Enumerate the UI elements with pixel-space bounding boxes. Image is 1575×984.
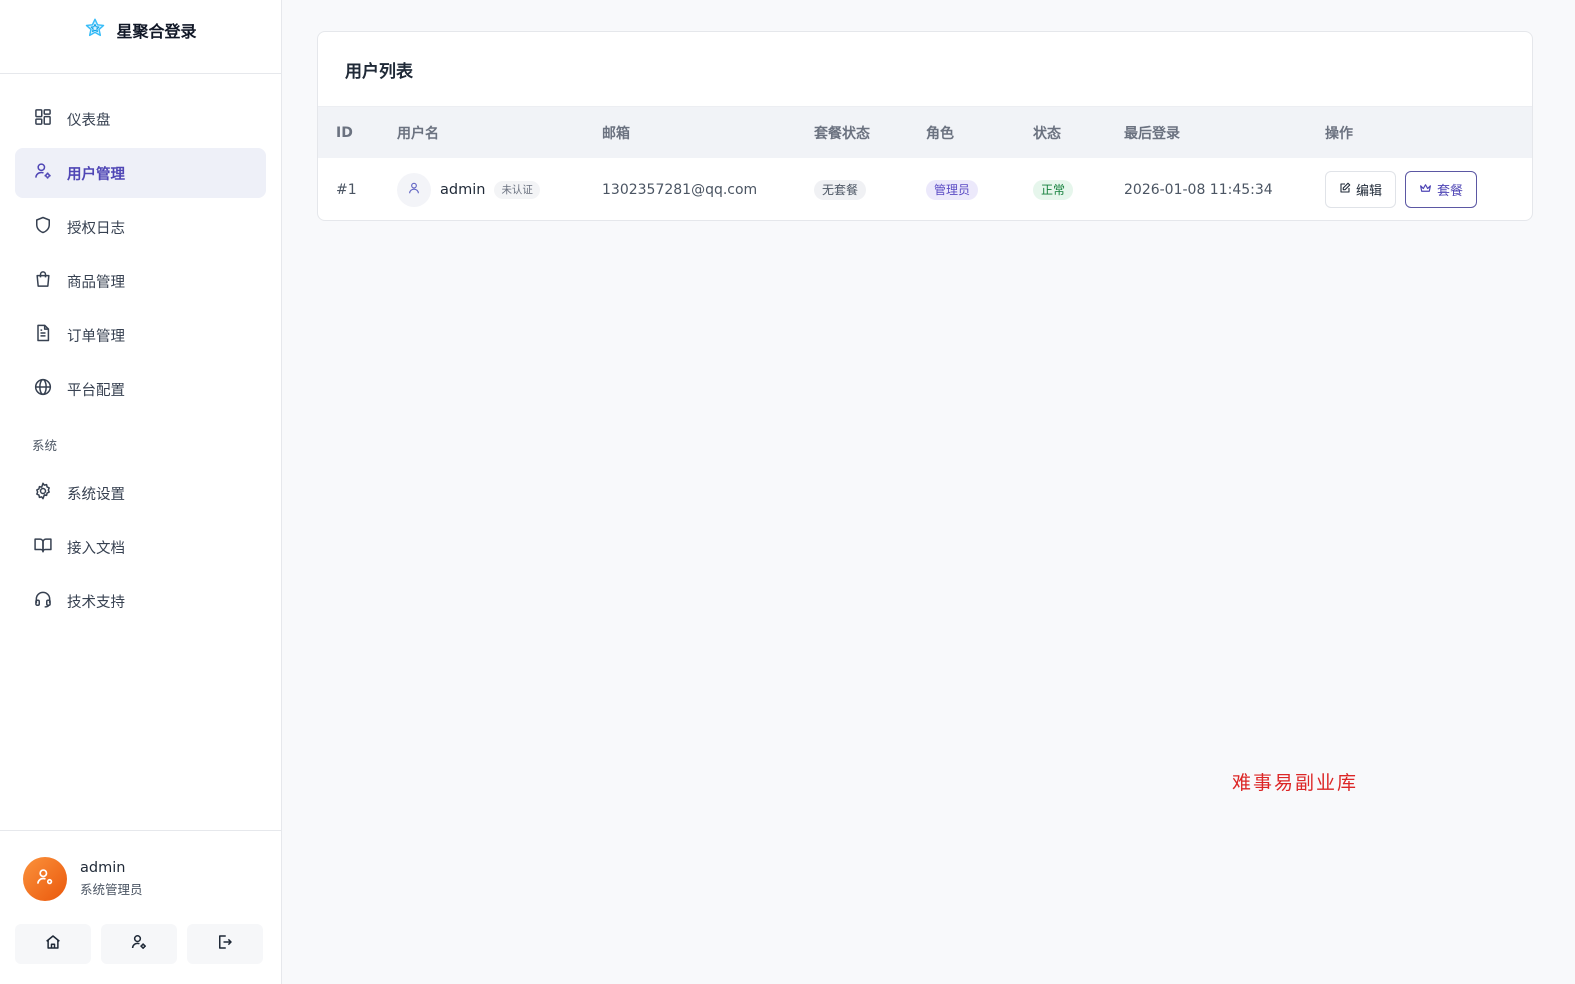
cell-last-login: 2026-01-08 11:45:34: [1124, 181, 1273, 198]
footer-actions: [15, 924, 263, 964]
nav-item-dashboard[interactable]: 仪表盘: [15, 94, 266, 144]
current-user-role: 系统管理员: [80, 882, 143, 897]
shield-icon: [33, 215, 53, 239]
column-header-id: ID: [336, 124, 353, 141]
user-settings-icon: [35, 867, 55, 891]
user-settings-icon: [33, 161, 53, 185]
column-header-plan-status: 套餐状态: [814, 125, 870, 142]
gear-icon: [33, 481, 53, 505]
plan-status-badge: 无套餐: [814, 179, 867, 200]
edit-button[interactable]: 编辑: [1325, 171, 1397, 208]
current-user-card[interactable]: admin 系统管理员: [0, 831, 281, 901]
document-icon: [33, 323, 53, 347]
current-user-name: admin: [80, 860, 126, 876]
nav-item-support[interactable]: 技术支持: [15, 576, 266, 626]
nav-label: 平台配置: [67, 382, 125, 399]
table-header-row: ID 用户名 邮箱 套餐状态 角色 状态 最后登录 操作: [318, 107, 1532, 158]
profile-button[interactable]: [101, 924, 177, 964]
table-row: #1 admin 未认证 1302357281@qq.com 无套餐 管理员 正…: [318, 158, 1532, 220]
home-button[interactable]: [15, 924, 91, 964]
status-badge: 正常: [1033, 179, 1074, 200]
dashboard-icon: [33, 107, 53, 131]
book-icon: [33, 535, 53, 559]
column-header-email: 邮箱: [602, 125, 630, 142]
user-list-card: 用户列表 ID 用户名 邮箱 套餐状态 角色 状态 最后登录 操作 #1 adm…: [317, 31, 1533, 221]
column-header-username: 用户名: [397, 125, 439, 142]
sidebar: 星聚合登录 仪表盘 用户管理 授权日志 商品管理 订单管理 平台配置 系统 系统…: [0, 0, 282, 984]
logout-button[interactable]: [187, 924, 263, 964]
nav-item-products[interactable]: 商品管理: [15, 256, 266, 306]
nav-item-auth-log[interactable]: 授权日志: [15, 202, 266, 252]
user-icon: [407, 181, 421, 199]
plan-label: 套餐: [1437, 184, 1464, 199]
username: admin: [440, 181, 486, 198]
nav-item-system-settings[interactable]: 系统设置: [15, 468, 266, 518]
role-badge: 管理员: [926, 179, 979, 200]
user-table: ID 用户名 邮箱 套餐状态 角色 状态 最后登录 操作 #1 admin 未认…: [318, 107, 1532, 220]
cell-email: 1302357281@qq.com: [602, 181, 758, 198]
nav-label: 接入文档: [67, 540, 125, 557]
column-header-last-login: 最后登录: [1124, 125, 1180, 142]
row-actions: 编辑 套餐: [1325, 171, 1532, 208]
nav-label: 订单管理: [67, 328, 125, 345]
nav-item-orders[interactable]: 订单管理: [15, 310, 266, 360]
brand[interactable]: 星聚合登录: [0, 0, 281, 74]
nav-label: 商品管理: [67, 274, 125, 291]
nav-label: 授权日志: [67, 220, 125, 237]
globe-icon: [33, 377, 53, 401]
watermark-text: 难事易副业库: [1232, 772, 1359, 794]
nav-label: 技术支持: [67, 594, 125, 611]
verify-badge: 未认证: [494, 180, 540, 199]
brand-name: 星聚合登录: [116, 21, 197, 41]
page-title: 用户列表: [318, 32, 1532, 107]
column-header-actions: 操作: [1325, 125, 1353, 142]
headset-icon: [33, 589, 53, 613]
column-header-role: 角色: [926, 125, 954, 142]
section-label-system: 系统: [32, 437, 58, 453]
edit-icon: [1339, 182, 1351, 198]
avatar: [23, 857, 67, 901]
nav-label: 用户管理: [67, 166, 125, 183]
nav-item-users[interactable]: 用户管理: [15, 148, 266, 198]
star-icon: [84, 17, 106, 43]
nav-item-platform[interactable]: 平台配置: [15, 364, 266, 414]
column-header-status: 状态: [1033, 125, 1061, 142]
logout-icon: [216, 933, 234, 955]
cell-username: admin 未认证: [397, 172, 602, 207]
sidebar-footer: admin 系统管理员: [0, 830, 281, 984]
edit-label: 编辑: [1356, 184, 1383, 199]
avatar: [397, 172, 431, 207]
plan-button[interactable]: 套餐: [1405, 171, 1478, 208]
nav-label: 系统设置: [67, 486, 125, 503]
nav-item-docs[interactable]: 接入文档: [15, 522, 266, 572]
home-icon: [44, 933, 62, 955]
nav-label: 仪表盘: [67, 112, 111, 129]
user-settings-icon: [130, 933, 148, 955]
crown-icon: [1419, 182, 1432, 198]
main-nav: 仪表盘 用户管理 授权日志 商品管理 订单管理 平台配置 系统 系统设置 接入文…: [0, 74, 281, 626]
cell-id: #1: [336, 181, 357, 198]
shopping-bag-icon: [33, 269, 53, 293]
